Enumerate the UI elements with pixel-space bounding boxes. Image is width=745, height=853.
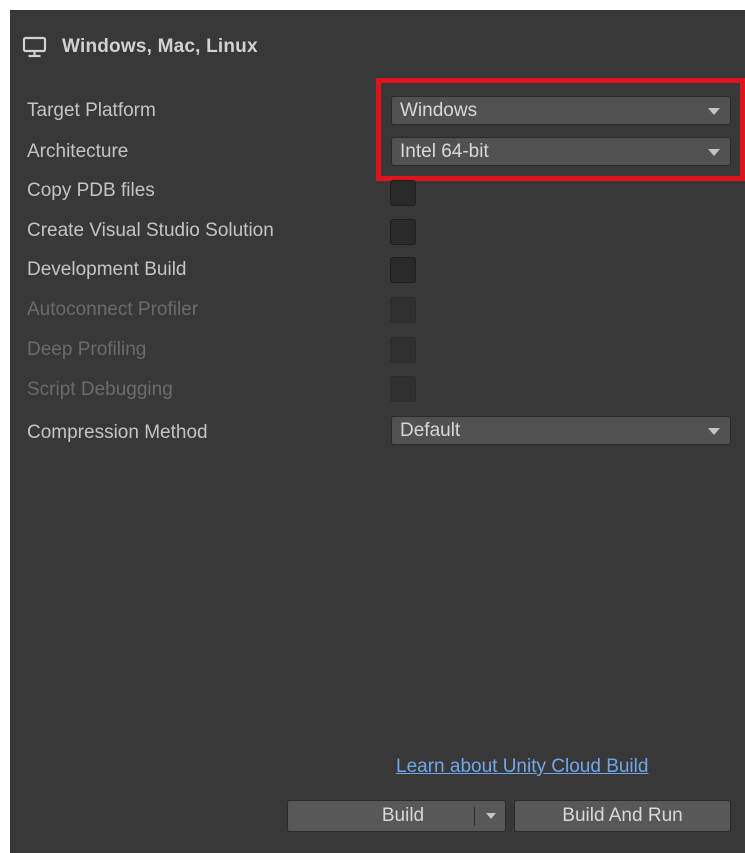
architecture-label: Architecture: [27, 141, 129, 162]
autoconnect-profiler-checkbox: [390, 297, 416, 323]
build-options-dropdown-icon[interactable]: [478, 801, 504, 831]
deep-profiling-checkbox: [390, 337, 416, 363]
script-debugging-label: Script Debugging: [27, 379, 173, 400]
deep-profiling-label: Deep Profiling: [27, 339, 147, 360]
build-button-label: Build: [381, 805, 425, 826]
target-platform-dropdown[interactable]: Windows: [391, 96, 731, 125]
script-debugging-checkbox: [390, 376, 416, 402]
target-platform-label: Target Platform: [27, 100, 156, 121]
development-build-checkbox[interactable]: [390, 257, 416, 283]
copy-pdb-label: Copy PDB files: [27, 180, 155, 201]
chevron-down-icon: [708, 428, 720, 435]
compression-method-dropdown[interactable]: Default: [391, 416, 731, 445]
autoconnect-profiler-label: Autoconnect Profiler: [27, 299, 199, 320]
build-and-run-button[interactable]: Build And Run: [514, 800, 731, 832]
architecture-value: Intel 64-bit: [400, 141, 489, 162]
create-vs-solution-checkbox[interactable]: [390, 219, 416, 245]
compression-method-value: Default: [400, 420, 461, 441]
chevron-down-icon: [708, 149, 720, 156]
platform-title: Windows, Mac, Linux: [62, 36, 258, 57]
target-platform-value: Windows: [400, 100, 478, 121]
chevron-down-icon: [708, 108, 720, 115]
platform-header: Windows, Mac, Linux: [22, 33, 258, 61]
compression-method-label: Compression Method: [27, 422, 208, 443]
cloud-build-link[interactable]: Learn about Unity Cloud Build: [396, 756, 648, 778]
copy-pdb-checkbox[interactable]: [390, 180, 416, 206]
architecture-dropdown[interactable]: Intel 64-bit: [391, 137, 731, 166]
build-button[interactable]: Build: [287, 800, 506, 832]
create-vs-solution-label: Create Visual Studio Solution: [27, 220, 274, 241]
development-build-label: Development Build: [27, 259, 187, 280]
build-button-divider: [474, 807, 475, 826]
monitor-icon: [22, 36, 48, 58]
